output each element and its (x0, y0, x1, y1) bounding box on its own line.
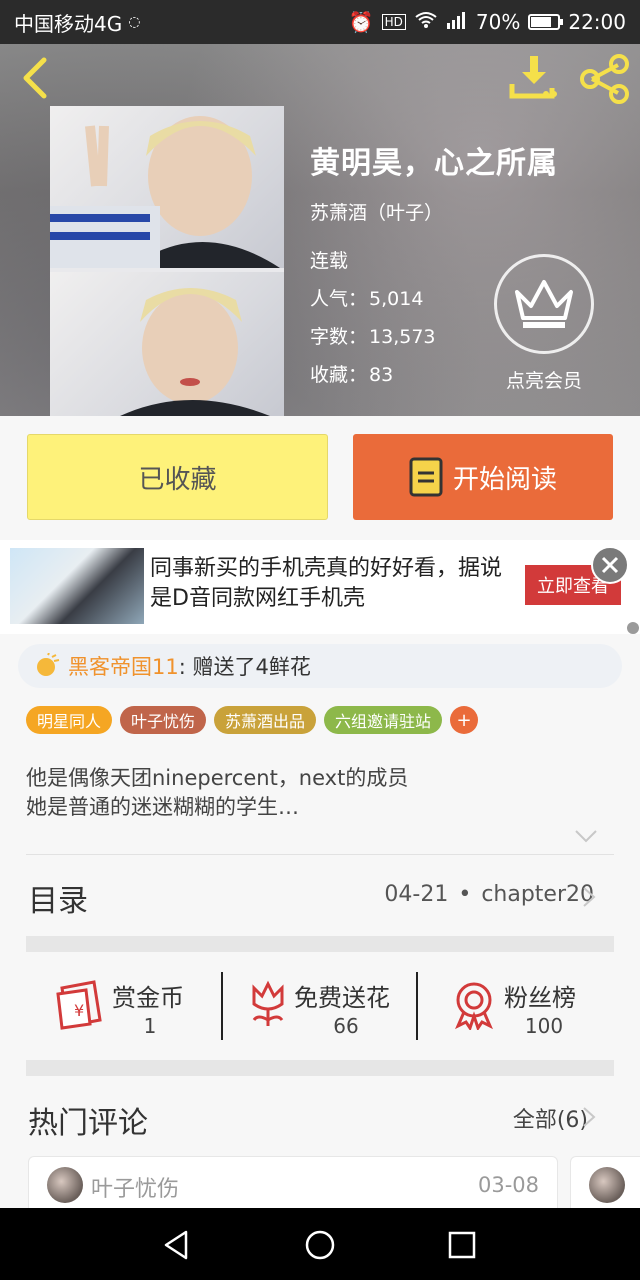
alarm-icon: ⏰ (348, 10, 374, 34)
svg-text:¥: ¥ (74, 1001, 84, 1020)
share-button[interactable] (578, 54, 632, 104)
comment-card[interactable]: 叶子忧伤 03-08 (28, 1156, 558, 1216)
flower-icon (252, 980, 284, 1026)
latest-chapter-date: 04-21 (384, 882, 449, 907)
download-button[interactable] (506, 54, 562, 104)
tag-item[interactable]: 苏萧酒出品 (214, 706, 317, 734)
battery-percent: 70% (475, 10, 521, 34)
divider (26, 854, 614, 855)
book-icon (409, 457, 443, 497)
gift-notice: 黑客帝国11 : 赠送了4鲜花 (18, 644, 622, 688)
word-count-value: 13,573 (369, 326, 436, 348)
status-bar: 中国移动4G ◌ ⏰ HD 70% 22:00 (0, 0, 640, 44)
book-status: 连载 (310, 250, 349, 272)
favorites-label: 收藏： (310, 364, 368, 386)
catalog-title[interactable]: 目录 (28, 876, 88, 920)
description-line: 她是普通的迷迷糊糊的学生… (26, 795, 299, 819)
popularity-label: 人气： (310, 288, 368, 310)
cover-photo-bottom (50, 272, 284, 416)
red-envelope-icon: ¥ (56, 980, 102, 1030)
fan-ranking-value: 100 (524, 1014, 564, 1038)
stat-divider (221, 972, 223, 1040)
back-button[interactable] (16, 56, 56, 100)
all-comments-link[interactable]: 全部(6) (513, 1102, 588, 1134)
free-flowers-label: 免费送花 (294, 984, 390, 1012)
clock: 22:00 (568, 10, 626, 34)
latest-chapter-link[interactable]: 04-21 • chapter20 (384, 882, 594, 907)
signal-icon (446, 10, 468, 34)
book-description[interactable]: 他是偶像天团ninepercent，next的成员 她是普通的迷迷糊糊的学生… (26, 764, 606, 822)
flower-gift-icon (37, 653, 60, 676)
section-separator (26, 1060, 614, 1076)
carrier-label: 中国移动4G (14, 11, 123, 36)
gift-user[interactable]: 黑客帝国11 (68, 651, 179, 681)
wifi-icon (414, 10, 438, 34)
fan-ranking-label: 粉丝榜 (504, 984, 576, 1012)
popularity-value: 5,014 (369, 288, 424, 310)
book-title: 黄明昊，心之所属 (310, 146, 558, 181)
vip-label[interactable]: 点亮会员 (486, 366, 602, 393)
start-reading-button[interactable]: 开始阅读 (353, 434, 613, 520)
tag-item[interactable]: 六组邀请驻站 (324, 706, 443, 734)
ad-info-icon[interactable] (627, 622, 639, 634)
book-author[interactable]: 苏萧酒（叶子） (310, 198, 443, 225)
hot-comments-title: 热门评论 (28, 1106, 148, 1141)
reward-coins-stat[interactable]: ¥ 赏金币 1 (56, 974, 196, 1044)
word-count-label: 字数： (310, 326, 368, 348)
vip-crown-button[interactable] (494, 254, 594, 354)
start-reading-label: 开始阅读 (452, 464, 557, 495)
system-nav-bar (0, 1208, 640, 1280)
close-icon (601, 556, 619, 574)
chevron-left-icon (23, 57, 47, 99)
gift-message: : 赠送了4鲜花 (178, 655, 311, 679)
book-cover[interactable] (50, 106, 284, 416)
latest-chapter-name: chapter20 (481, 882, 594, 907)
avatar[interactable] (47, 1167, 83, 1203)
word-count-stat: 字数： 13,573 (310, 322, 436, 349)
section-separator (26, 936, 614, 952)
popularity-stat: 人气： 5,014 (310, 284, 423, 311)
free-flowers-value: 66 (333, 1014, 359, 1038)
battery-icon (528, 14, 564, 30)
crown-icon (515, 280, 573, 328)
favorites-stat: 收藏： 83 (310, 360, 393, 387)
ad-image (10, 548, 144, 624)
nav-recents-icon[interactable] (445, 1228, 479, 1262)
notification-icon: ◌ (128, 14, 141, 30)
tag-list: 明星同人 叶子忧伤 苏萧酒出品 六组邀请驻站 + (26, 706, 479, 734)
medal-icon (455, 982, 493, 1030)
chevron-down-icon[interactable] (574, 828, 598, 844)
ad-text: 同事新买的手机壳真的好好看，据说是D音同款网红手机壳 (150, 556, 503, 611)
download-icon (509, 56, 557, 99)
hd-icon: HD (381, 14, 406, 30)
favorites-value: 83 (369, 364, 394, 386)
add-tag-button[interactable]: + (450, 706, 479, 734)
reward-coins-value: 1 (143, 1014, 157, 1038)
fan-ranking-stat[interactable]: 粉丝榜 100 (450, 974, 590, 1044)
chevron-right-icon[interactable] (582, 1106, 596, 1128)
cover-photo-top (50, 106, 284, 268)
book-header: 黄明昊，心之所属 苏萧酒（叶子） 连载 人气： 5,014 字数： 13,573 收… (0, 44, 640, 416)
tag-item[interactable]: 叶子忧伤 (120, 706, 207, 734)
stat-divider (416, 972, 418, 1040)
comment-user[interactable]: 叶子忧伤 (91, 1171, 179, 1203)
chevron-right-icon[interactable] (582, 886, 596, 908)
avatar[interactable] (589, 1167, 625, 1203)
tag-item[interactable]: 明星同人 (26, 706, 113, 734)
comment-date: 03-08 (477, 1173, 539, 1197)
collected-button[interactable]: 已收藏 (27, 434, 328, 520)
nav-back-icon[interactable] (160, 1228, 194, 1262)
separator-dot: • (458, 882, 472, 907)
nav-home-icon[interactable] (303, 1228, 337, 1262)
free-flowers-stat[interactable]: 免费送花 66 (244, 974, 404, 1044)
reward-coins-label: 赏金币 (112, 984, 184, 1012)
comment-card[interactable] (570, 1156, 640, 1216)
ad-close-button[interactable] (591, 546, 629, 584)
description-line: 他是偶像天团ninepercent，next的成员 (26, 766, 409, 790)
share-icon (580, 54, 629, 104)
